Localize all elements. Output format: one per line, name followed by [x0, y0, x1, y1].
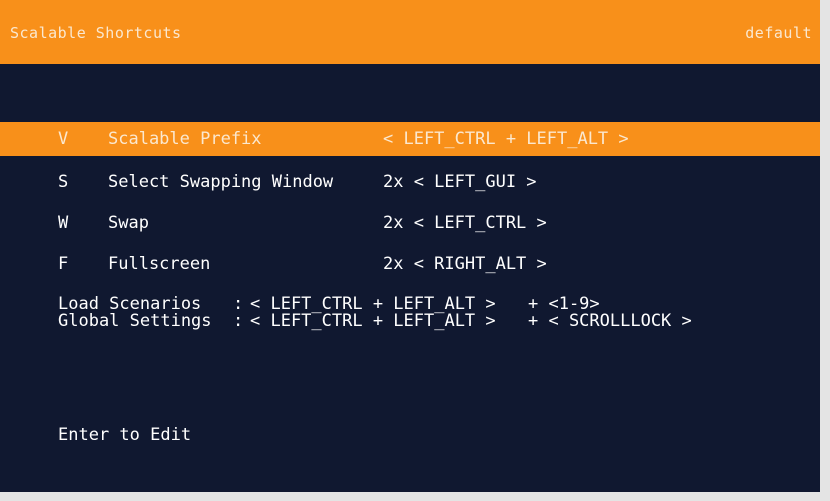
shortcut-key: V	[58, 129, 69, 149]
shortcut-key: F	[58, 254, 69, 274]
edit-hint: Enter to Edit	[58, 425, 192, 445]
shortcut-combo: 2x < LEFT_GUI >	[383, 172, 537, 192]
shortcut-label: Select Swapping Window	[108, 172, 334, 192]
info-combo: < LEFT_CTRL + LEFT_ALT >	[250, 311, 496, 331]
screen: Scalable Shortcuts default V Scalable Pr…	[0, 0, 820, 492]
shortcut-label: Scalable Prefix	[108, 129, 262, 149]
shortcut-combo: 2x < RIGHT_ALT >	[383, 254, 547, 274]
shortcut-key: S	[58, 172, 69, 192]
shortcut-combo: 2x < LEFT_CTRL >	[383, 213, 547, 233]
shortcut-row-scalable-prefix[interactable]: V Scalable Prefix < LEFT_CTRL + LEFT_ALT…	[0, 122, 820, 156]
shortcut-key: W	[58, 213, 69, 233]
info-suffix: + < SCROLLLOCK >	[528, 311, 692, 331]
shortcut-label: Swap	[108, 213, 149, 233]
shortcut-row-select-swapping-window[interactable]: S Select Swapping Window 2x < LEFT_GUI >	[0, 165, 820, 199]
shortcut-combo: < LEFT_CTRL + LEFT_ALT >	[383, 129, 629, 149]
title-bar: Scalable Shortcuts default	[0, 0, 820, 64]
shortcut-row-swap[interactable]: W Swap 2x < LEFT_CTRL >	[0, 206, 820, 240]
profile-name: default	[745, 24, 812, 42]
info-row-global-settings: Global Settings : < LEFT_CTRL + LEFT_ALT…	[58, 313, 692, 415]
info-name: Global Settings	[58, 311, 212, 331]
shortcut-label: Fullscreen	[108, 254, 211, 274]
app-title: Scalable Shortcuts	[10, 24, 182, 42]
shortcut-row-fullscreen[interactable]: F Fullscreen 2x < RIGHT_ALT >	[0, 247, 820, 281]
info-separator: :	[233, 311, 244, 331]
